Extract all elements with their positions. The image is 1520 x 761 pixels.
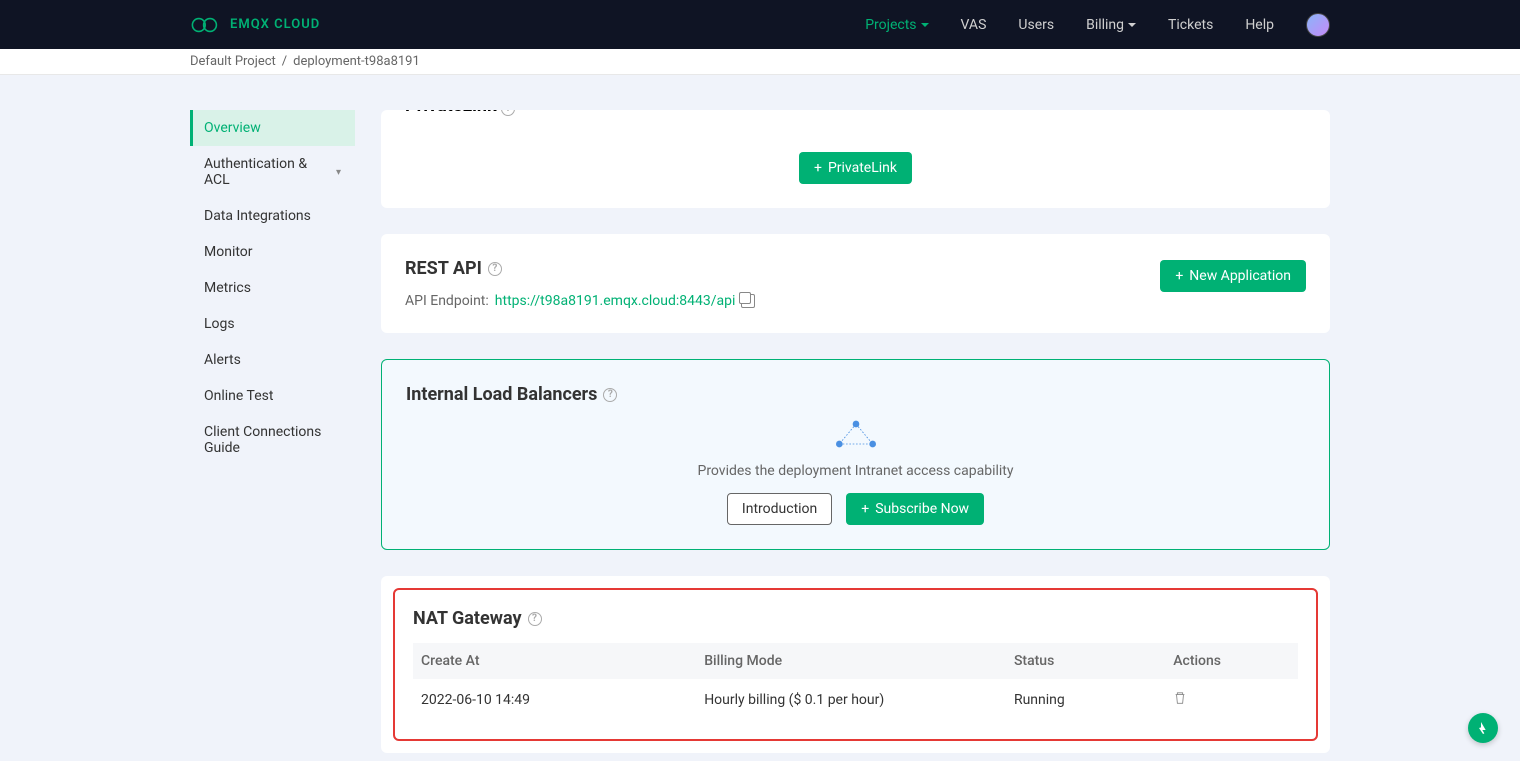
- emqx-logo-icon: [190, 16, 222, 34]
- cell-create-at: 2022-06-10 14:49: [413, 679, 696, 721]
- plus-icon: +: [1175, 269, 1183, 283]
- nav-billing[interactable]: Billing: [1086, 17, 1136, 33]
- top-header: EMQX CLOUD Projects VAS Users Billing Ti…: [0, 0, 1520, 49]
- nav-help[interactable]: Help: [1245, 17, 1274, 33]
- api-endpoint-link[interactable]: https://t98a8191.emqx.cloud:8443/api: [495, 293, 736, 309]
- chevron-down-icon: [921, 23, 929, 27]
- help-icon[interactable]: ?: [488, 262, 502, 276]
- col-create-at: Create At: [413, 643, 696, 679]
- cell-actions: [1165, 679, 1298, 721]
- nat-gateway-card: NAT Gateway ? Create At Billing Mode Sta…: [393, 588, 1318, 741]
- nat-table: Create At Billing Mode Status Actions 20…: [413, 643, 1298, 721]
- cell-status: Running: [1006, 679, 1165, 721]
- nav-vas[interactable]: VAS: [961, 17, 987, 33]
- plus-icon: +: [814, 161, 822, 175]
- breadcrumb-separator: /: [282, 54, 287, 69]
- table-row: 2022-06-10 14:49 Hourly billing ($ 0.1 p…: [413, 679, 1298, 721]
- cell-billing-mode: Hourly billing ($ 0.1 per hour): [696, 679, 1006, 721]
- sidebar-item-metrics[interactable]: Metrics: [190, 270, 355, 306]
- nav-users[interactable]: Users: [1018, 17, 1054, 33]
- main-content: PrivateLink ? + PrivateLink REST API ? +: [381, 110, 1330, 753]
- chevron-down-icon: ▾: [336, 167, 341, 178]
- trash-icon[interactable]: [1173, 691, 1187, 705]
- col-billing-mode: Billing Mode: [696, 643, 1006, 679]
- table-header-row: Create At Billing Mode Status Actions: [413, 643, 1298, 679]
- network-graphic-icon: [831, 419, 881, 449]
- brand-logo[interactable]: EMQX CLOUD: [190, 16, 320, 34]
- breadcrumb-root[interactable]: Default Project: [190, 54, 276, 69]
- sidebar-item-overview[interactable]: Overview: [190, 110, 355, 146]
- nav-projects[interactable]: Projects: [865, 17, 928, 33]
- privatelink-title: PrivateLink ?: [405, 110, 515, 116]
- help-icon[interactable]: ?: [501, 110, 515, 116]
- sidebar-item-data-integrations[interactable]: Data Integrations: [190, 198, 355, 234]
- nat-gateway-card-outer: NAT Gateway ? Create At Billing Mode Sta…: [381, 576, 1330, 753]
- privatelink-button[interactable]: + PrivateLink: [799, 152, 912, 184]
- help-fab[interactable]: [1468, 713, 1498, 743]
- col-status: Status: [1006, 643, 1165, 679]
- pointer-icon: [1475, 720, 1491, 736]
- rest-api-card: REST API ? + New Application API Endpoin…: [381, 234, 1330, 333]
- sidebar-item-alerts[interactable]: Alerts: [190, 342, 355, 378]
- rest-api-title: REST API ?: [405, 258, 502, 279]
- avatar[interactable]: [1306, 13, 1330, 37]
- nat-gateway-title: NAT Gateway ?: [413, 608, 1298, 629]
- sidebar-item-auth[interactable]: Authentication & ACL▾: [190, 146, 355, 198]
- sidebar-item-logs[interactable]: Logs: [190, 306, 355, 342]
- sidebar: Overview Authentication & ACL▾ Data Inte…: [190, 110, 355, 466]
- breadcrumb: Default Project / deployment-t98a8191: [0, 49, 1520, 75]
- api-endpoint-row: API Endpoint: https://t98a8191.emqx.clou…: [405, 293, 1306, 309]
- plus-icon: +: [861, 502, 869, 516]
- brand-text: EMQX CLOUD: [230, 17, 320, 32]
- col-actions: Actions: [1165, 643, 1298, 679]
- help-icon[interactable]: ?: [603, 388, 617, 402]
- subscribe-button[interactable]: + Subscribe Now: [846, 493, 984, 525]
- sidebar-item-monitor[interactable]: Monitor: [190, 234, 355, 270]
- ilb-card: Internal Load Balancers ? Provides the d…: [381, 359, 1330, 550]
- new-application-button[interactable]: + New Application: [1160, 260, 1306, 292]
- sidebar-item-connections-guide[interactable]: Client Connections Guide: [190, 414, 355, 466]
- top-nav: Projects VAS Users Billing Tickets Help: [865, 13, 1330, 37]
- api-endpoint-label: API Endpoint:: [405, 293, 489, 309]
- page-container: Overview Authentication & ACL▾ Data Inte…: [0, 110, 1520, 753]
- nav-tickets[interactable]: Tickets: [1168, 17, 1213, 33]
- copy-icon[interactable]: [741, 294, 755, 308]
- breadcrumb-current: deployment-t98a8191: [293, 54, 420, 69]
- sidebar-item-online-test[interactable]: Online Test: [190, 378, 355, 414]
- ilb-title: Internal Load Balancers ?: [406, 384, 1305, 405]
- chevron-down-icon: [1128, 23, 1136, 27]
- help-icon[interactable]: ?: [528, 612, 542, 626]
- privatelink-card: PrivateLink ? + PrivateLink: [381, 110, 1330, 208]
- introduction-button[interactable]: Introduction: [727, 493, 832, 525]
- ilb-description: Provides the deployment Intranet access …: [697, 463, 1013, 479]
